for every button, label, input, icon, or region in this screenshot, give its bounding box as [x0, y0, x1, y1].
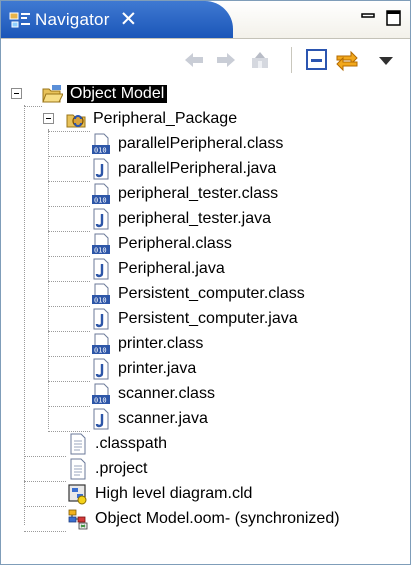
tree-item-label: Persistent_computer.class — [118, 284, 305, 302]
text-file-icon — [70, 458, 86, 479]
tree-item-file[interactable]: 010 printer.class — [90, 331, 203, 356]
object-model-file-icon — [68, 509, 88, 529]
tree-item-file[interactable]: 010 Peripheral.class — [90, 231, 232, 256]
tree-item-file[interactable]: Object Model.oom- (synchronized) — [67, 506, 340, 531]
tree-item-label: scanner.class — [118, 384, 215, 402]
svg-text:010: 010 — [94, 296, 107, 304]
tree-connector — [24, 531, 66, 532]
tree-item-label: Object Model.oom- (synchronized) — [95, 509, 340, 527]
class-file-icon: 010 — [92, 333, 110, 354]
close-icon[interactable]: ✕ — [120, 9, 138, 30]
tree-connector — [48, 331, 90, 332]
tree-item-file[interactable]: High level diagram.cld — [67, 481, 252, 506]
back-arrow-icon[interactable] — [181, 47, 207, 73]
tree-item-file[interactable]: 010 Persistent_computer.class — [90, 281, 305, 306]
tree-connector — [24, 481, 66, 482]
tree-item-file[interactable]: .project — [67, 456, 147, 481]
tree-connector — [48, 231, 90, 232]
tree-item-label: scanner.java — [118, 409, 208, 427]
class-file-icon: 010 — [92, 183, 110, 204]
tree-connector — [48, 206, 90, 207]
tree-item-project[interactable]: Object Model — [41, 81, 168, 106]
tree-connector — [48, 256, 90, 257]
class-file-icon: 010 — [92, 133, 110, 154]
tree-item-label: peripheral_tester.class — [118, 184, 279, 202]
navigator-view: Navigator ✕ Object Model Peripheral_Pack… — [0, 0, 411, 565]
tab-title: Navigator — [35, 9, 110, 29]
svg-text:010: 010 — [94, 146, 107, 154]
tree-item-label: Peripheral_Package — [93, 109, 238, 127]
maximize-icon[interactable] — [383, 7, 405, 29]
tree-item-label: .classpath — [95, 434, 168, 452]
tree-connector — [48, 129, 49, 429]
forward-arrow-icon[interactable] — [213, 47, 239, 73]
java-file-icon — [93, 358, 109, 379]
tree-item-file[interactable]: .classpath — [67, 431, 167, 456]
resource-tree: Object Model Peripheral_Package 010 para… — [1, 81, 410, 561]
tree-connector — [48, 131, 90, 132]
tree-item-label: parallelPeripheral.class — [118, 134, 284, 152]
tree-connector — [48, 281, 90, 282]
view-toolbar — [1, 39, 410, 79]
svg-text:010: 010 — [94, 246, 107, 254]
tree-connector — [24, 456, 66, 457]
link-with-editor-icon[interactable] — [334, 47, 360, 73]
class-file-icon: 010 — [92, 283, 110, 304]
class-file-icon: 010 — [92, 383, 110, 404]
svg-text:010: 010 — [94, 396, 107, 404]
tree-item-label: parallelPeripheral.java — [118, 159, 277, 177]
tree-item-label: Persistent_computer.java — [118, 309, 298, 327]
tab-navigator[interactable]: Navigator ✕ — [1, 1, 233, 38]
tree-item-file[interactable]: 010 peripheral_tester.class — [90, 181, 278, 206]
java-file-icon — [93, 208, 109, 229]
tree-connector — [24, 106, 42, 107]
tree-connector — [24, 105, 25, 525]
java-file-icon — [93, 158, 109, 179]
tree-connector — [48, 381, 90, 382]
tree-item-file[interactable]: Persistent_computer.java — [90, 306, 298, 331]
tree-item-label: peripheral_tester.java — [118, 209, 271, 227]
tree-item-label: Object Model — [67, 84, 168, 103]
navigator-icon — [9, 12, 30, 27]
tree-item-file[interactable]: scanner.java — [90, 406, 208, 431]
view-menu-icon[interactable] — [373, 47, 399, 73]
go-up-icon[interactable] — [247, 47, 273, 73]
tree-item-label: printer.class — [118, 334, 204, 352]
tree-connector — [24, 506, 66, 507]
package-icon — [66, 114, 86, 127]
tree-item-label: printer.java — [118, 359, 197, 377]
svg-text:010: 010 — [94, 196, 107, 204]
minimize-icon[interactable] — [357, 7, 379, 29]
tree-item-label: Peripheral.java — [118, 259, 225, 277]
diagram-file-icon — [68, 483, 87, 504]
svg-text:010: 010 — [94, 346, 107, 354]
tree-item-file[interactable]: peripheral_tester.java — [90, 206, 271, 231]
toolbar-separator — [291, 47, 292, 73]
view-tab-bar: Navigator ✕ — [1, 1, 410, 39]
tree-connector — [48, 406, 90, 407]
tree-item-file[interactable]: 010 parallelPeripheral.class — [90, 131, 283, 156]
tree-item-label: High level diagram.cld — [95, 484, 253, 502]
tree-item-file[interactable]: parallelPeripheral.java — [90, 156, 276, 181]
tree-item-file[interactable]: printer.java — [90, 356, 196, 381]
java-file-icon — [93, 408, 109, 429]
tree-item-label: Peripheral.class — [118, 234, 232, 252]
collapse-toggle-icon[interactable] — [11, 88, 22, 99]
java-file-icon — [93, 258, 109, 279]
tree-connector — [48, 356, 90, 357]
tree-connector — [48, 181, 90, 182]
java-file-icon — [93, 308, 109, 329]
text-file-icon — [70, 433, 86, 454]
tree-item-file[interactable]: 010 scanner.class — [90, 381, 215, 406]
collapse-all-icon[interactable] — [304, 47, 330, 73]
tree-connector — [48, 156, 90, 157]
tree-item-file[interactable]: Peripheral.java — [90, 256, 225, 281]
class-file-icon: 010 — [92, 233, 110, 254]
collapse-toggle-icon[interactable] — [43, 113, 54, 124]
tree-connector — [48, 306, 90, 307]
tree-item-package[interactable]: Peripheral_Package — [65, 106, 237, 131]
open-project-folder-icon — [42, 84, 63, 102]
tree-item-label: .project — [95, 459, 148, 477]
